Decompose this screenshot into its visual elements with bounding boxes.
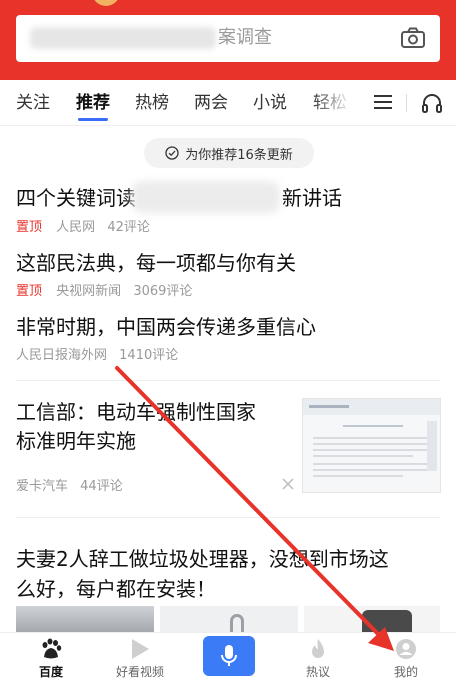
blurred-search-text <box>30 27 216 49</box>
news-title-line1: 夫妻2人辞工做垃圾处理器，没想到市场这 <box>16 547 389 571</box>
nav-label: 我的 <box>393 665 418 679</box>
pinned-badge: 置顶 <box>16 220 43 235</box>
tab-follow[interactable]: 关注 <box>16 92 50 114</box>
news-title-line1: 工信部：电动车强制性国家 <box>16 400 256 424</box>
news-title-line2: 么好，每户都在安装！ <box>16 577 216 601</box>
news-meta: 人民日报海外网 1410评论 <box>16 347 178 365</box>
news-title: 非常时期，中国两会传递多重信心 <box>16 315 316 339</box>
check-circle-icon <box>165 146 179 160</box>
update-notice[interactable]: 为你推荐16条更新 <box>144 138 314 168</box>
feed-divider <box>16 517 440 518</box>
comment-count: 1410评论 <box>119 348 179 363</box>
news-thumbnail <box>302 398 441 493</box>
tab-fade <box>312 88 362 118</box>
update-notice-text: 为你推荐16条更新 <box>185 147 293 163</box>
news-source: 人民网 <box>56 220 96 235</box>
dismiss-icon[interactable] <box>282 478 294 490</box>
active-tab-indicator <box>78 118 108 121</box>
comment-count: 44评论 <box>80 479 123 494</box>
search-placeholder: 案调查 <box>218 27 272 48</box>
news-meta: 爱卡汽车 44评论 <box>16 478 123 496</box>
pinned-badge: 置顶 <box>16 284 43 299</box>
baidu-paw-icon <box>42 638 62 659</box>
header-decoration <box>92 0 120 6</box>
nav-profile[interactable]: 我的 <box>371 633 441 679</box>
news-title-end: 新讲话 <box>282 186 342 210</box>
play-icon <box>132 639 149 659</box>
headphone-icon[interactable] <box>420 91 444 115</box>
comment-count: 42评论 <box>107 220 150 235</box>
flame-icon <box>312 639 324 658</box>
nav-haokan-video[interactable]: 好看视频 <box>105 633 175 679</box>
comment-count: 3069评论 <box>133 284 193 299</box>
top-header: 案调查 <box>0 0 456 80</box>
voice-search-button[interactable] <box>203 636 255 676</box>
nav-label: 好看视频 <box>115 665 164 679</box>
news-title-start: 四个关键词读 <box>16 186 136 210</box>
user-icon <box>396 639 416 659</box>
nav-label: 百度 <box>38 665 63 679</box>
tab-hot-list[interactable]: 热榜 <box>135 92 169 114</box>
tab-divider <box>406 94 407 112</box>
search-box[interactable]: 案调查 <box>16 15 440 62</box>
feed-divider <box>16 380 440 381</box>
nav-baidu[interactable]: 百度 <box>16 633 86 679</box>
news-title-line2: 标准明年实施 <box>16 429 136 453</box>
news-meta: 置顶 央视网新闻 3069评论 <box>16 283 192 301</box>
news-source: 人民日报海外网 <box>16 348 108 363</box>
news-meta: 置顶 人民网 42评论 <box>16 219 150 237</box>
tab-two-sessions[interactable]: 两会 <box>194 92 228 114</box>
nav-discussion[interactable]: 热议 <box>283 633 353 679</box>
tab-recommend[interactable]: 推荐 <box>76 92 110 114</box>
tab-novel[interactable]: 小说 <box>253 92 287 114</box>
channel-tabs: 关注 推荐 热榜 两会 小说 轻松 <box>0 80 456 126</box>
news-source: 央视网新闻 <box>56 284 122 299</box>
news-title: 这部民法典，每一项都与你有关 <box>16 251 296 275</box>
blurred-title-text <box>132 181 280 213</box>
microphone-icon <box>221 645 237 666</box>
nav-label: 热议 <box>305 665 330 679</box>
camera-icon[interactable] <box>400 27 426 49</box>
news-source: 爱卡汽车 <box>16 479 69 494</box>
menu-icon[interactable] <box>374 94 392 110</box>
